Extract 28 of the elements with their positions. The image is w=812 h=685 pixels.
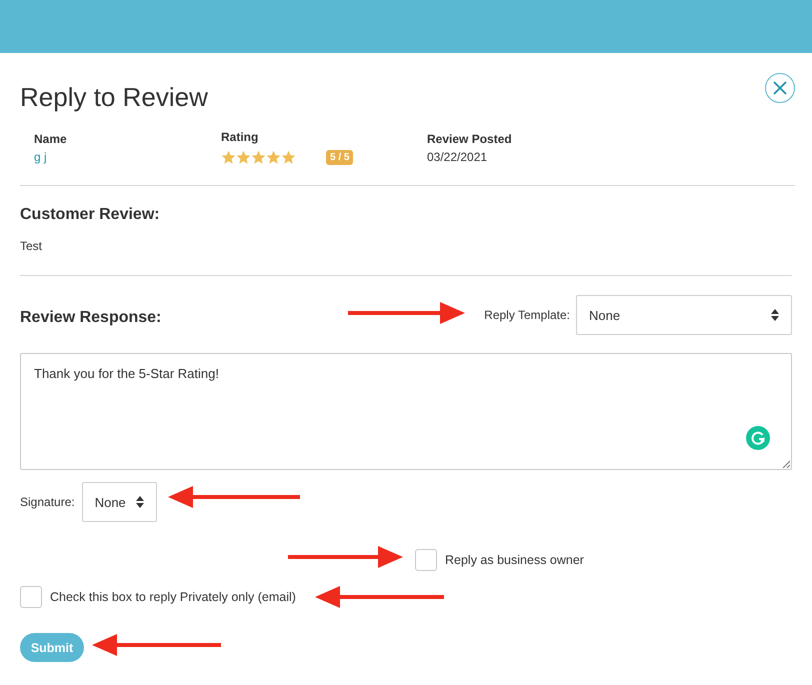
sort-icon <box>771 309 779 321</box>
star-icon <box>266 150 281 165</box>
template-label: Reply Template: <box>484 308 570 322</box>
close-icon <box>773 81 787 95</box>
star-icon <box>251 150 266 165</box>
info-value: 03/22/2021 <box>427 150 488 165</box>
checkbox-label[interactable]: Reply as business owner <box>445 553 584 567</box>
info-label: Rating <box>221 130 260 145</box>
signature-select[interactable]: None <box>82 482 157 522</box>
sort-icon <box>136 496 144 508</box>
section-heading: Review Response: <box>20 308 162 328</box>
info-label: Review Posted <box>427 132 512 147</box>
response-textarea[interactable]: Thank you for the 5-Star Rating! <box>20 353 792 470</box>
star-icon <box>236 150 251 165</box>
checkbox[interactable] <box>20 586 42 608</box>
resize-handle-icon[interactable] <box>782 460 790 468</box>
dialog-title: Reply to Review <box>20 81 208 113</box>
star-icon <box>221 150 236 165</box>
info-label: Name <box>34 132 68 147</box>
star-icon <box>281 150 296 165</box>
review-text: Test <box>20 239 44 254</box>
checkbox-label[interactable]: Check this box to reply Privately only (email) <box>50 590 296 604</box>
section-heading: Customer Review: <box>20 205 161 225</box>
rating-badge: 5 / 5 <box>326 150 354 165</box>
template-select[interactable]: None <box>576 295 792 335</box>
signature-label: Signature: <box>20 495 75 509</box>
close-button[interactable] <box>765 73 795 103</box>
checkbox[interactable] <box>415 549 437 571</box>
